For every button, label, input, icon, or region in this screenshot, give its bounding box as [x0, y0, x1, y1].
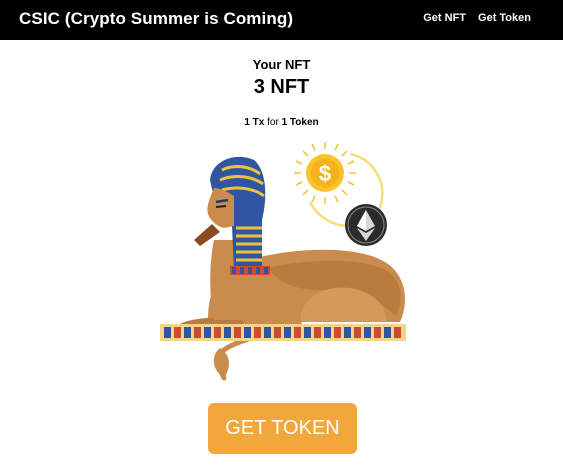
your-nft-label: Your NFT: [252, 57, 311, 72]
coin-dollar-symbol: $: [319, 161, 331, 186]
rate-connector: for: [267, 117, 279, 128]
top-navbar: CSIC (Crypto Summer is Coming) Get NFT G…: [0, 0, 563, 40]
ethereum-coin-icon: [345, 204, 387, 246]
nav-links: Get NFT Get Token: [423, 12, 531, 24]
exchange-rate-text: 1 Tx for 1 Token: [0, 117, 563, 128]
nft-count: 3 NFT: [253, 76, 310, 98]
nav-link-get-token[interactable]: Get Token: [478, 12, 531, 24]
get-token-button[interactable]: GET TOKEN: [208, 403, 357, 454]
rate-tx-amount: 1 Tx: [244, 117, 265, 128]
sun-coin-icon: $: [294, 142, 356, 204]
rate-token-amount: 1 Token: [281, 117, 319, 128]
app-brand-title[interactable]: CSIC (Crypto Summer is Coming): [19, 9, 293, 29]
sphinx-illustration: $: [160, 142, 406, 381]
nav-link-get-nft[interactable]: Get NFT: [423, 12, 466, 24]
